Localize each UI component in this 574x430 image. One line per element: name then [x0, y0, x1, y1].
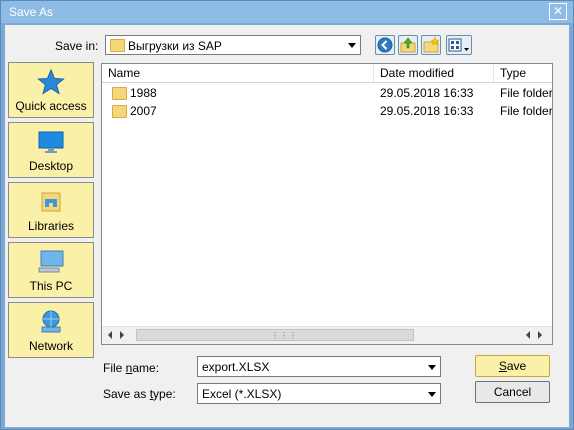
grip-icon: ⋮⋮⋮: [271, 331, 298, 340]
save-button[interactable]: Save: [475, 355, 550, 377]
place-label: Desktop: [28, 159, 74, 173]
scroll-right-icon[interactable]: [120, 331, 124, 339]
save-type-select[interactable]: Excel (*.XLSX): [197, 383, 441, 404]
file-name-label: File name:: [103, 361, 160, 375]
back-icon: [377, 37, 393, 53]
item-name: 2007: [130, 104, 157, 118]
place-this-pc[interactable]: This PC: [8, 242, 94, 298]
place-libraries[interactable]: Libraries: [8, 182, 94, 238]
file-name-value: export.XLSX: [202, 360, 270, 374]
file-name-field[interactable]: export.XLSX: [197, 356, 441, 377]
window-title: Save As: [9, 5, 54, 19]
save-in-label: Save in:: [55, 39, 99, 53]
save-in-value: Выгрузки из SAP: [128, 39, 222, 53]
place-label: Libraries: [27, 219, 75, 233]
chevron-down-icon: [348, 43, 356, 48]
up-folder-button[interactable]: [398, 35, 418, 55]
place-network[interactable]: Network: [8, 302, 94, 358]
up-folder-icon: [400, 37, 416, 53]
horizontal-scrollbar[interactable]: ⋮⋮⋮: [102, 326, 552, 344]
list-header: Name Date modified Type: [102, 64, 552, 83]
place-label: Network: [28, 339, 73, 353]
new-folder-button[interactable]: [421, 35, 441, 55]
list-item[interactable]: 2007 29.05.2018 16:33 File folder: [102, 102, 552, 120]
view-menu-button[interactable]: [446, 35, 472, 55]
close-button[interactable]: ✕: [549, 3, 567, 20]
libraries-icon: [41, 192, 61, 212]
save-type-label: Save as type:: [103, 387, 176, 401]
column-header-type[interactable]: Type: [494, 64, 552, 82]
save-in-combo[interactable]: Выгрузки из SAP: [105, 35, 361, 55]
places-bar: Quick access Desktop Libraries This PC N…: [8, 62, 96, 362]
quick-access-star-icon: [37, 69, 65, 95]
place-label: Quick access: [15, 99, 87, 113]
item-type: File folder: [500, 104, 552, 118]
title-bar[interactable]: Save As ✕: [1, 1, 573, 23]
dialog-body: Save in: Выгрузки из SAP Quick access De…: [5, 25, 569, 427]
view-menu-icon: [448, 38, 469, 52]
chevron-down-icon[interactable]: [428, 364, 436, 370]
column-header-date[interactable]: Date modified: [374, 64, 494, 82]
this-pc-icon: [38, 250, 64, 273]
save-type-value: Excel (*.XLSX): [202, 387, 282, 401]
column-header-name[interactable]: Name: [102, 64, 374, 82]
place-label: This PC: [29, 279, 73, 293]
place-desktop[interactable]: Desktop: [8, 122, 94, 178]
save-as-dialog: Save As ✕ Save in: Выгрузки из SAP Quick…: [0, 0, 574, 430]
network-icon: [41, 310, 61, 333]
desktop-icon: [38, 131, 64, 153]
back-button[interactable]: [375, 35, 395, 55]
file-list[interactable]: Name Date modified Type 1988 29.05.2018 …: [101, 63, 553, 345]
list-item[interactable]: 1988 29.05.2018 16:33 File folder: [102, 84, 552, 102]
folder-icon: [110, 39, 125, 52]
cancel-button[interactable]: Cancel: [475, 381, 550, 403]
folder-icon: [112, 105, 127, 118]
place-quick-access[interactable]: Quick access: [8, 62, 94, 118]
item-date: 29.05.2018 16:33: [380, 104, 474, 118]
folder-icon: [112, 87, 127, 100]
item-name: 1988: [130, 86, 157, 100]
scroll-left-icon[interactable]: [108, 331, 112, 339]
scroll-right-icon[interactable]: [538, 331, 542, 339]
close-icon: ✕: [552, 4, 564, 18]
item-date: 29.05.2018 16:33: [380, 86, 474, 100]
scroll-left-icon[interactable]: [526, 331, 530, 339]
item-type: File folder: [500, 86, 552, 100]
scrollbar-thumb[interactable]: ⋮⋮⋮: [136, 329, 414, 341]
new-folder-icon: [423, 36, 440, 53]
chevron-down-icon: [428, 391, 436, 397]
